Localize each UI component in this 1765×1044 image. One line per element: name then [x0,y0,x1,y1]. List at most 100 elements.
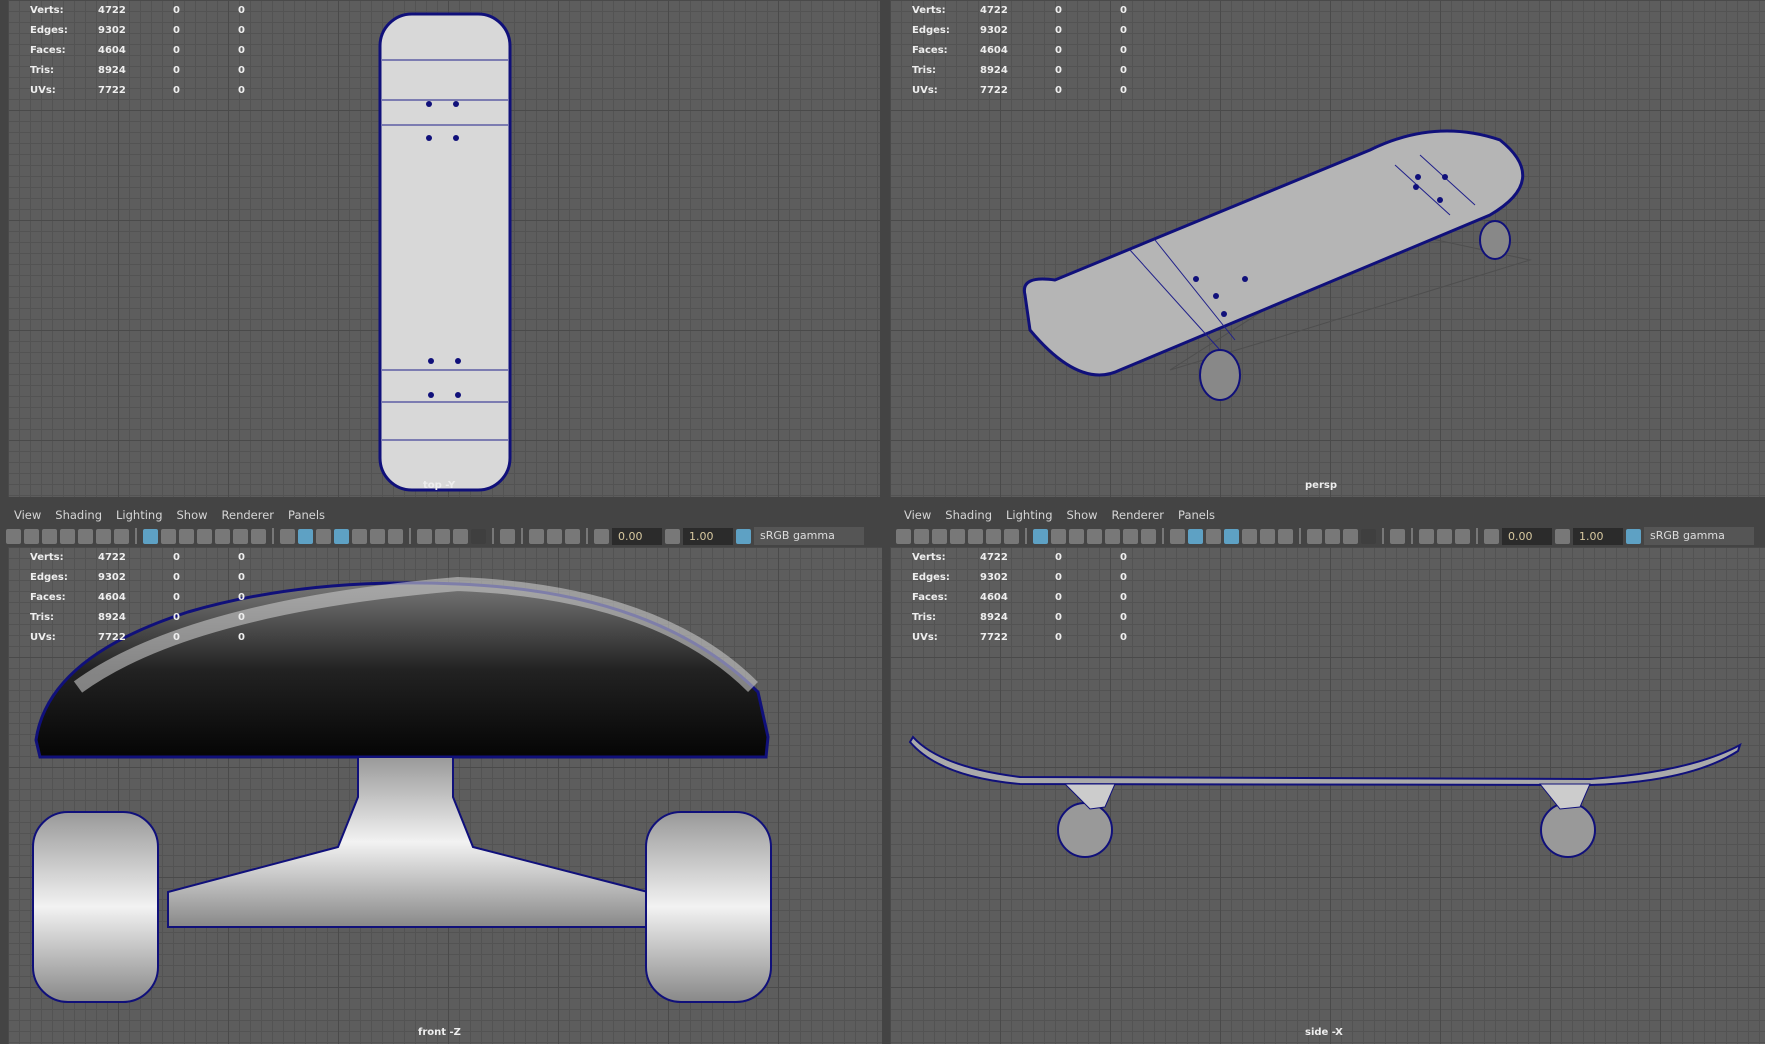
motion-blur-icon[interactable] [453,528,468,544]
default-material-icon[interactable] [316,528,331,544]
smooth-shade-icon[interactable] [298,528,313,544]
smooth-shade-icon[interactable] [1188,528,1203,544]
exposure-field[interactable]: 0.00 [1502,527,1552,545]
stat-label: Edges: [912,571,950,583]
stat-row: Faces: 4604 0 0 [8,587,303,607]
menu-lighting[interactable]: Lighting [1006,508,1052,522]
camera-attributes-icon[interactable] [42,528,57,544]
gamma-field[interactable]: 1.00 [1573,527,1623,545]
wireframe-on-shaded-icon[interactable] [1224,528,1239,544]
xray-active-icon[interactable] [547,528,562,544]
field-chart-icon[interactable] [215,528,230,544]
xray-joints-icon[interactable] [1419,528,1434,544]
gate-mask-icon[interactable] [197,528,212,544]
isolate-select-icon[interactable] [1390,528,1405,544]
resolution-gate-icon[interactable] [1069,528,1084,544]
motion-blur-icon[interactable] [1343,528,1358,544]
exposure-field[interactable]: 0.00 [612,527,662,545]
view-transform-dropdown[interactable]: sRGB gamma [754,527,864,545]
viewport-top[interactable]: Verts: 4722 0 0 Edges: 9302 0 0 Faces: 4604 0 0 Tris… [0,0,880,497]
stat-label: UVs: [912,631,938,643]
stat-selected-2: 0 [238,631,245,643]
lock-camera-icon[interactable] [24,528,39,544]
2d-pan-zoom-icon[interactable] [96,528,111,544]
resolution-gate-icon[interactable] [179,528,194,544]
menu-view[interactable]: View [904,508,931,522]
stat-selected-2: 0 [1120,551,1127,563]
default-material-icon[interactable] [1206,528,1221,544]
viewport-canvas[interactable]: Verts: 4722 0 0 Edges: 9302 0 0 Faces: 4604 0 0 Tris… [890,0,1765,497]
menu-panels[interactable]: Panels [288,508,325,522]
color-management-toggle-icon[interactable] [736,528,751,544]
grease-pencil-icon[interactable] [114,528,129,544]
grid-icon[interactable] [143,528,158,544]
menu-panels[interactable]: Panels [1178,508,1215,522]
xray-icon[interactable] [352,528,367,544]
gamma-icon[interactable] [1555,528,1570,544]
shadows-icon[interactable] [417,528,432,544]
film-gate-icon[interactable] [1051,528,1066,544]
camera-attributes-icon[interactable] [932,528,947,544]
film-gate-icon[interactable] [161,528,176,544]
field-chart-icon[interactable] [1105,528,1120,544]
camera-icon[interactable] [6,528,21,544]
camera-icon[interactable] [896,528,911,544]
toolbar-separator [1476,528,1478,544]
ambient-occlusion-icon[interactable] [435,528,450,544]
ambient-occlusion-icon[interactable] [1325,528,1340,544]
viewport-canvas[interactable]: Verts: 4722 0 0 Edges: 9302 0 0 Faces: 4604 0 0 Tris… [8,547,882,1044]
use-lights-icon[interactable] [1260,528,1275,544]
stat-selected: 0 [1055,64,1062,76]
grid-icon[interactable] [1033,528,1048,544]
safe-action-icon[interactable] [1123,528,1138,544]
anti-aliasing-icon[interactable] [471,528,486,544]
bookmark-icon[interactable] [60,528,75,544]
panel-menu-bar: View Shading Lighting Show Renderer Panels [0,505,882,525]
anti-aliasing-icon[interactable] [1361,528,1376,544]
2d-pan-zoom-icon[interactable] [986,528,1001,544]
menu-shading[interactable]: Shading [945,508,992,522]
exposure-icon-icon[interactable] [1484,528,1499,544]
gate-mask-icon[interactable] [1087,528,1102,544]
gamma-field[interactable]: 1.00 [683,527,733,545]
menu-shading[interactable]: Shading [55,508,102,522]
image-plane-icon[interactable] [968,528,983,544]
exposure-icon-icon[interactable] [594,528,609,544]
gamma-icon[interactable] [665,528,680,544]
menu-view[interactable]: View [14,508,41,522]
lights-off-icon[interactable] [1278,528,1293,544]
camera-label: top -Y [423,480,456,491]
grease-pencil-icon[interactable] [1004,528,1019,544]
viewport-canvas[interactable]: Verts: 4722 0 0 Edges: 9302 0 0 Faces: 4604 0 0 Tris… [8,0,880,497]
lock-camera-icon[interactable] [914,528,929,544]
viewport-side[interactable]: View Shading Lighting Show Renderer Panels 0.… [890,505,1765,1044]
xray-joints-icon[interactable] [529,528,544,544]
menu-lighting[interactable]: Lighting [116,508,162,522]
menu-show[interactable]: Show [177,508,208,522]
lights-off-icon[interactable] [388,528,403,544]
view-transform-dropdown[interactable]: sRGB gamma [1644,527,1754,545]
use-lights-icon[interactable] [370,528,385,544]
wireframe-icon[interactable] [1170,528,1185,544]
safe-title-icon[interactable] [251,528,266,544]
color-management-toggle-icon[interactable] [1626,528,1641,544]
menu-renderer[interactable]: Renderer [222,508,275,522]
safe-action-icon[interactable] [233,528,248,544]
bookmark-icon[interactable] [950,528,965,544]
wireframe-icon[interactable] [280,528,295,544]
menu-renderer[interactable]: Renderer [1112,508,1165,522]
isolate-select-icon[interactable] [500,528,515,544]
xray-active-icon[interactable] [1437,528,1452,544]
multisample-icon[interactable] [565,528,580,544]
viewport-canvas[interactable]: Verts: 4722 0 0 Edges: 9302 0 0 Faces: 4604 0 0 Tris… [890,547,1765,1044]
xray-icon[interactable] [1242,528,1257,544]
viewport-front[interactable]: View Shading Lighting Show Renderer Panels 0.… [0,505,882,1044]
safe-title-icon[interactable] [1141,528,1156,544]
image-plane-icon[interactable] [78,528,93,544]
menu-show[interactable]: Show [1067,508,1098,522]
multisample-icon[interactable] [1455,528,1470,544]
viewport-persp[interactable]: Verts: 4722 0 0 Edges: 9302 0 0 Faces: 4604 0 0 Tris… [890,0,1765,497]
wireframe-on-shaded-icon[interactable] [334,528,349,544]
shadows-icon[interactable] [1307,528,1322,544]
stat-selected-2: 0 [1120,64,1127,76]
